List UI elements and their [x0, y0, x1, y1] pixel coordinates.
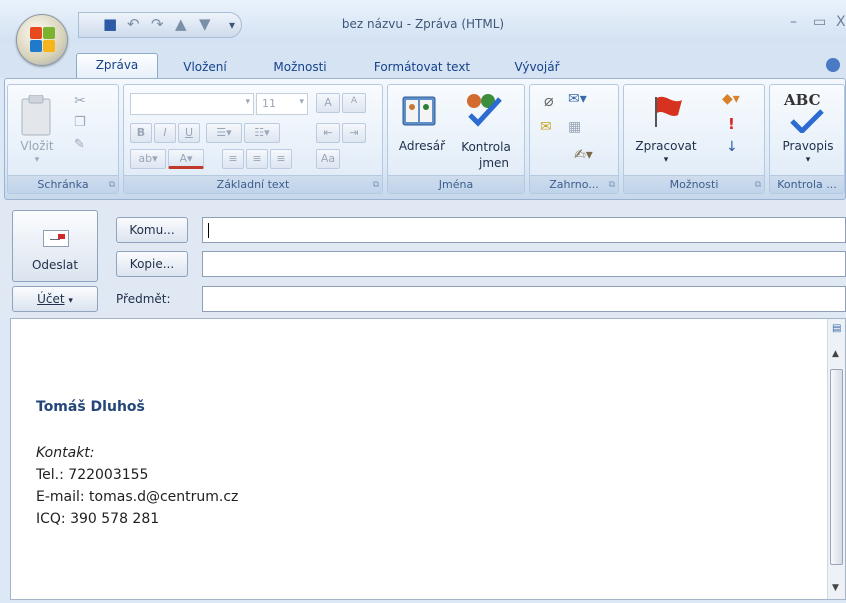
- calendar-icon[interactable]: ▦: [568, 119, 581, 135]
- signature-email: E-mail: tomas.d@centrum.cz: [36, 489, 239, 505]
- business-card-icon[interactable]: ✉: [540, 119, 552, 135]
- paste-dropdown-icon[interactable]: ▾: [12, 155, 62, 165]
- check-names-button[interactable]: Kontrola jmen: [452, 139, 520, 171]
- scroll-down-icon[interactable]: ▼: [832, 583, 839, 593]
- shrink-font-button[interactable]: A: [342, 93, 366, 113]
- ruler-toggle-icon[interactable]: ▤: [832, 323, 841, 334]
- align-center-icon[interactable]: ≡: [246, 149, 268, 169]
- copy-icon[interactable]: ❐: [74, 115, 86, 130]
- grow-font-button[interactable]: A: [316, 93, 340, 113]
- group-label-proofing: Kontrola ...: [770, 175, 844, 193]
- tab-formatovat-text[interactable]: Formátovat text: [358, 56, 486, 78]
- spelling-button[interactable]: Pravopis: [770, 139, 846, 153]
- group-basic-text: ▾ 11 ▾ A A B I U ☰▾ ☷▾ ⇤ ⇥ ab▾ A▾ ≡ ≡ ≡ …: [123, 84, 383, 194]
- underline-button[interactable]: U: [178, 123, 200, 143]
- group-label-basic-text: Základní text: [124, 175, 382, 193]
- group-label-options: Možnosti: [624, 175, 764, 193]
- message-header: Odeslat Komu... Kopie... Účet ▾ Předmět:: [0, 200, 846, 318]
- send-envelope-icon: [43, 230, 69, 247]
- styles-icon[interactable]: Aa: [316, 149, 340, 169]
- font-color-icon[interactable]: A▾: [168, 149, 204, 169]
- window-title: bez názvu - Zpráva (HTML): [341, 17, 505, 31]
- include-launcher-icon[interactable]: ⧉: [609, 180, 615, 190]
- increase-indent-icon[interactable]: ⇥: [342, 123, 366, 143]
- tab-moznosti[interactable]: Možnosti: [258, 56, 342, 78]
- subject-label: Předmět:: [116, 292, 171, 306]
- minimize-icon[interactable]: –: [790, 14, 797, 30]
- clipboard-launcher-icon[interactable]: ⧉: [109, 180, 115, 190]
- spelling-check-icon: [790, 109, 824, 133]
- paste-icon[interactable]: [20, 95, 54, 139]
- cut-icon[interactable]: ✂: [74, 93, 86, 109]
- font-name-select[interactable]: ▾: [130, 93, 254, 115]
- account-button[interactable]: Účet ▾: [12, 286, 98, 312]
- align-left-icon[interactable]: ≡: [222, 149, 244, 169]
- align-right-icon[interactable]: ≡: [270, 149, 292, 169]
- signature-contact-label: Kontakt:: [36, 445, 95, 461]
- group-proofing: ABC Pravopis ▾ Kontrola ...: [769, 84, 845, 194]
- bold-button[interactable]: B: [130, 123, 152, 143]
- follow-up-button[interactable]: Zpracovat: [626, 139, 706, 153]
- tab-zprava[interactable]: Zpráva: [76, 53, 158, 79]
- spelling-dropdown-icon[interactable]: ▾: [770, 155, 846, 165]
- message-body[interactable]: Tomáš Dluhoš Kontakt: Tel.: 722003155 E-…: [10, 318, 846, 600]
- attach-file-icon[interactable]: ⌀: [544, 91, 554, 110]
- options-launcher-icon[interactable]: ⧉: [755, 180, 761, 190]
- ribbon: Vložit ▾ ✂ ❐ ✎ Schránka ⧉ ▾ 11 ▾ A A B I…: [4, 78, 846, 200]
- attach-item-icon[interactable]: ✉▾: [568, 91, 587, 107]
- follow-up-flag-icon: [655, 96, 682, 127]
- address-book-icon: [402, 96, 436, 126]
- cc-field[interactable]: [202, 251, 846, 277]
- signature-name: Tomáš Dluhoš: [36, 399, 145, 415]
- to-button[interactable]: Komu...: [116, 217, 188, 243]
- bullets-icon[interactable]: ☰▾: [206, 123, 242, 143]
- format-painter-icon[interactable]: ✎: [74, 137, 85, 152]
- signature-phone: Tel.: 722003155: [36, 467, 149, 483]
- signature-icon[interactable]: ✍▾: [574, 147, 593, 163]
- group-label-names: Jména: [388, 175, 524, 193]
- low-importance-icon[interactable]: ↓: [726, 139, 738, 155]
- group-include: ⌀ ✉▾ ✉ ▦ ✍▾ Zahrno... ⧉: [529, 84, 619, 194]
- group-label-clipboard: Schránka: [8, 175, 118, 193]
- scroll-up-icon[interactable]: ▲: [832, 349, 839, 359]
- paste-button[interactable]: Vložit: [12, 139, 62, 153]
- address-book-button[interactable]: Adresář: [392, 139, 452, 153]
- office-button[interactable]: [16, 14, 68, 66]
- cc-button[interactable]: Kopie...: [116, 251, 188, 277]
- decrease-indent-icon[interactable]: ⇤: [316, 123, 340, 143]
- signature-icq: ICQ: 390 578 281: [36, 511, 160, 527]
- group-options: Zpracovat ▾ ◆▾ ! ↓ Možnosti ⧉: [623, 84, 765, 194]
- tab-vlozeni[interactable]: Vložení: [170, 56, 240, 78]
- font-size-select[interactable]: 11 ▾: [256, 93, 308, 115]
- italic-button[interactable]: I: [154, 123, 176, 143]
- send-button[interactable]: Odeslat: [12, 210, 98, 282]
- numbering-icon[interactable]: ☷▾: [244, 123, 280, 143]
- close-icon[interactable]: X: [836, 14, 846, 30]
- group-clipboard: Vložit ▾ ✂ ❐ ✎ Schránka ⧉: [7, 84, 119, 194]
- title-bar: ■ ↶ ↷ ▲ ▼ ▾ bez názvu - Zpráva (HTML) – …: [0, 0, 846, 42]
- scroll-thumb[interactable]: [830, 369, 843, 565]
- basic-text-launcher-icon[interactable]: ⧉: [373, 180, 379, 190]
- help-icon[interactable]: [826, 58, 840, 72]
- highlight-icon[interactable]: ab▾: [130, 149, 166, 169]
- tab-vyvojar[interactable]: Vývojář: [502, 56, 572, 78]
- account-dropdown-icon: ▾: [68, 296, 73, 306]
- maximize-icon[interactable]: ▭: [813, 14, 826, 30]
- check-names-icon: [467, 94, 502, 127]
- follow-up-dropdown-icon[interactable]: ▾: [626, 155, 706, 165]
- spelling-icon: ABC: [784, 91, 821, 109]
- ribbon-tabs: Zpráva Vložení Možnosti Formátovat text …: [0, 42, 846, 79]
- to-field[interactable]: [202, 217, 846, 243]
- subject-field[interactable]: [202, 286, 846, 312]
- high-importance-icon[interactable]: !: [728, 115, 735, 133]
- vertical-scrollbar[interactable]: ▤ ▲ ▼: [827, 319, 845, 599]
- categorize-icon[interactable]: ◆▾: [722, 91, 740, 107]
- text-cursor: [208, 223, 209, 238]
- group-names: Adresář Kontrola jmen Jména: [387, 84, 525, 194]
- group-label-include: Zahrno...: [530, 175, 618, 193]
- office-logo-icon: [30, 27, 56, 53]
